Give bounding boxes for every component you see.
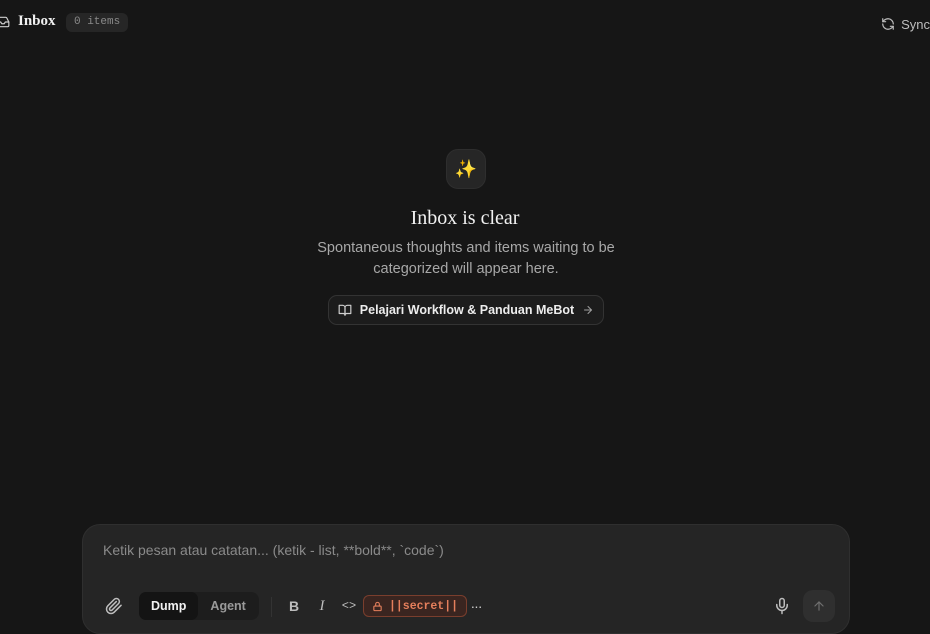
code-button[interactable]: <> xyxy=(340,597,358,615)
empty-state-description: Spontaneous thoughts and items waiting t… xyxy=(317,240,615,277)
empty-state-title: Inbox is clear xyxy=(410,207,520,229)
arrow-up-icon xyxy=(814,601,824,611)
lock-icon xyxy=(373,601,382,611)
book-open-icon xyxy=(338,304,352,316)
inbox-icon xyxy=(0,16,10,28)
item-count-badge: 0 items xyxy=(66,13,129,32)
toolbar-divider xyxy=(271,597,272,617)
bold-button[interactable]: B xyxy=(285,597,303,615)
secret-label: ||secret|| xyxy=(389,599,459,613)
composer-toolbar: Dump Agent B I <> ||secret|| ··· xyxy=(83,590,851,623)
sync-button[interactable]: Sync xyxy=(881,15,930,33)
arrow-right-icon xyxy=(584,306,593,314)
more-options-button[interactable]: ··· xyxy=(467,597,485,615)
mode-dump-button[interactable]: Dump xyxy=(139,592,199,620)
secret-button[interactable]: ||secret|| xyxy=(363,595,468,617)
italic-button[interactable]: I xyxy=(313,597,331,615)
message-input[interactable] xyxy=(101,541,805,559)
mode-toggle: Dump Agent xyxy=(139,592,259,620)
mode-agent-button[interactable]: Agent xyxy=(198,592,257,620)
sparkles-icon: ✨ xyxy=(446,149,486,189)
microphone-icon[interactable] xyxy=(773,597,791,615)
message-composer: Dump Agent B I <> ||secret|| ··· xyxy=(82,524,850,634)
header-bar: Inbox 0 items Sync xyxy=(0,0,930,44)
guide-button-label: Pelajari Workflow & Panduan MeBot xyxy=(359,303,575,317)
page-title: Inbox xyxy=(18,13,56,29)
refresh-icon xyxy=(882,18,894,30)
send-button[interactable] xyxy=(803,590,835,622)
guide-button[interactable]: Pelajari Workflow & Panduan MeBot xyxy=(328,295,604,325)
sync-label: Sync xyxy=(901,16,930,32)
paperclip-icon[interactable] xyxy=(105,597,123,615)
